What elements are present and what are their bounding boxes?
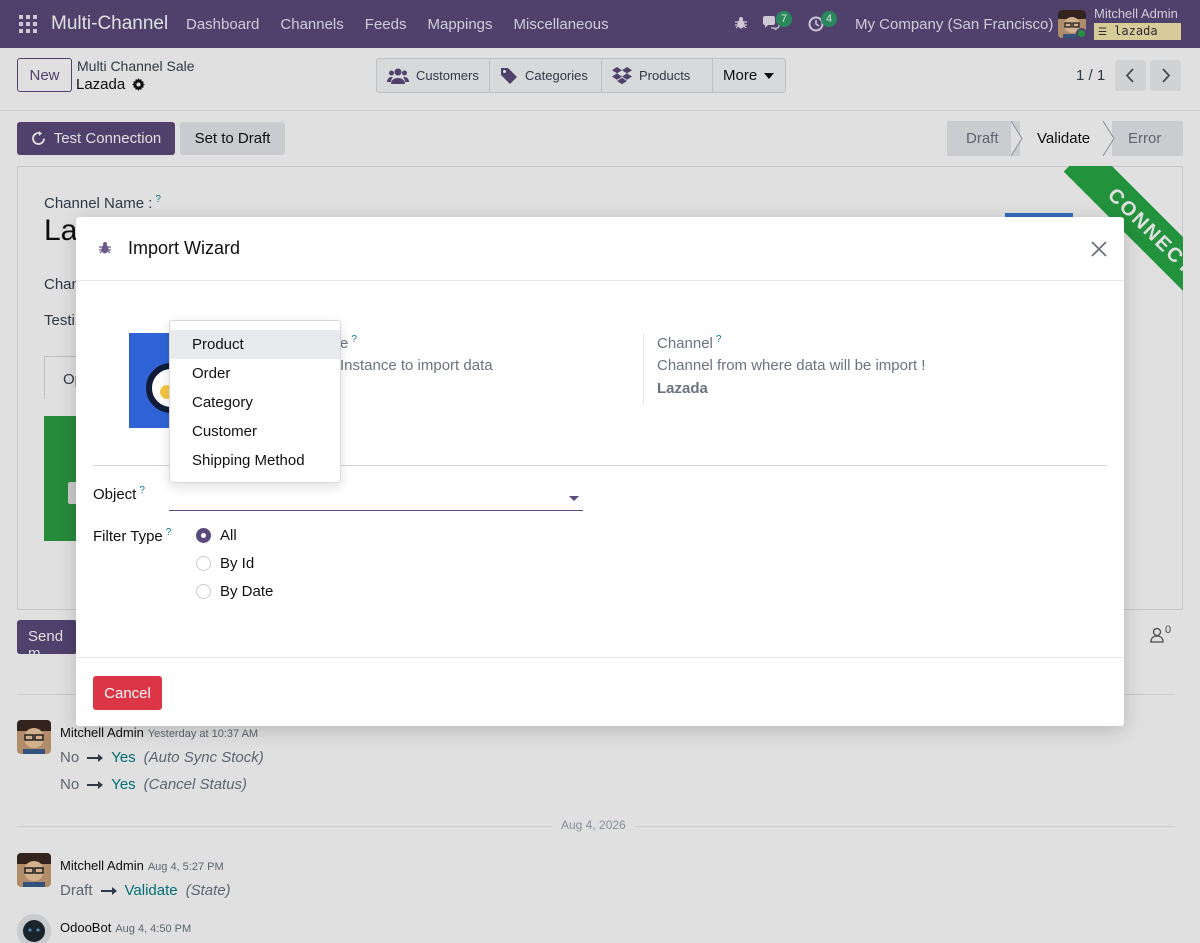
dialog-footer-divider — [76, 657, 1124, 658]
filter-option-all[interactable]: All — [196, 527, 237, 544]
channel-description: Channel from where data will be import ! — [657, 357, 926, 374]
help-mark: ? — [715, 334, 722, 345]
help-mark: ? — [351, 334, 357, 345]
radio-all[interactable] — [196, 528, 211, 543]
channel-label-text: Channel — [657, 335, 713, 352]
instance-label: e? — [340, 334, 357, 352]
dropdown-item-order[interactable]: Order — [170, 359, 340, 388]
dialog-header: Import Wizard — [76, 217, 1124, 281]
help-mark: ? — [165, 527, 172, 538]
filter-option-by-id[interactable]: By Id — [196, 555, 254, 572]
instance-description: Instance to import data — [340, 357, 493, 374]
object-label: Object? — [93, 485, 145, 503]
vertical-divider — [643, 333, 644, 405]
bug-icon — [98, 241, 112, 255]
object-label-text: Object — [93, 486, 137, 503]
filter-option-by-date[interactable]: By Date — [196, 583, 273, 600]
channel-label: Channel? — [657, 334, 721, 352]
dropdown-item-product[interactable]: Product — [170, 330, 340, 359]
dropdown-item-category[interactable]: Category — [170, 388, 340, 417]
channel-value: Lazada — [657, 380, 708, 397]
dialog-title: Import Wizard — [128, 238, 241, 258]
object-dropdown-menu: Product Order Category Customer Shipping… — [169, 320, 341, 483]
radio-label: By Date — [220, 583, 274, 600]
radio-by-date[interactable] — [196, 584, 211, 599]
filter-type-label: Filter Type? — [93, 527, 171, 545]
help-mark: ? — [139, 485, 145, 496]
instance-label-text: e — [340, 335, 349, 352]
object-select[interactable] — [169, 485, 583, 511]
filter-type-label-text: Filter Type — [93, 528, 163, 545]
radio-by-id[interactable] — [196, 556, 211, 571]
dropdown-item-shipping-method[interactable]: Shipping Method — [170, 446, 340, 475]
radio-label: All — [220, 527, 237, 544]
dropdown-item-customer[interactable]: Customer — [170, 417, 340, 446]
radio-label: By Id — [220, 555, 255, 572]
cancel-button[interactable]: Cancel — [93, 676, 162, 710]
close-icon[interactable] — [1089, 239, 1109, 259]
caret-down-icon[interactable] — [569, 496, 579, 501]
